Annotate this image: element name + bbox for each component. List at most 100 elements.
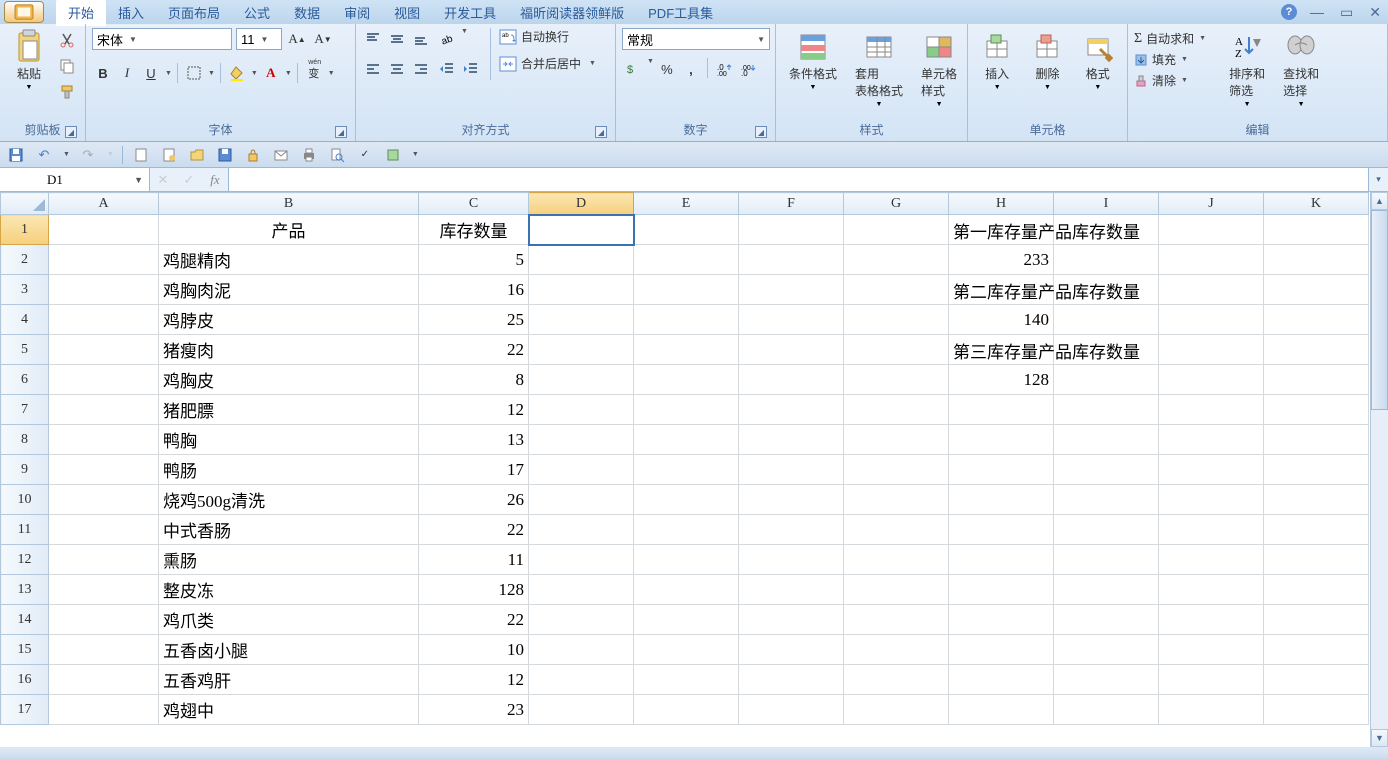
cell-E5[interactable] <box>634 335 739 365</box>
cell-H2[interactable]: 233 <box>949 245 1054 275</box>
cell-K4[interactable] <box>1264 305 1369 335</box>
tab-PDF工具集[interactable]: PDF工具集 <box>636 0 725 26</box>
cell-C5[interactable]: 22 <box>419 335 529 365</box>
cell-H6[interactable]: 128 <box>949 365 1054 395</box>
cell-J7[interactable] <box>1159 395 1264 425</box>
cell-D5[interactable] <box>529 335 634 365</box>
select-all-corner[interactable] <box>1 193 49 215</box>
cell-D12[interactable] <box>529 545 634 575</box>
cell-A16[interactable] <box>49 665 159 695</box>
cell-J12[interactable] <box>1159 545 1264 575</box>
tab-福昕阅读器领鲜版[interactable]: 福昕阅读器领鲜版 <box>508 0 636 26</box>
cell-I11[interactable] <box>1054 515 1159 545</box>
cell-A3[interactable] <box>49 275 159 305</box>
cell-E9[interactable] <box>634 455 739 485</box>
cell-H15[interactable] <box>949 635 1054 665</box>
cell-B5[interactable]: 猪瘦肉 <box>159 335 419 365</box>
font-launcher[interactable]: ◢ <box>335 126 347 138</box>
cell-H11[interactable] <box>949 515 1054 545</box>
cell-H16[interactable] <box>949 665 1054 695</box>
tab-数据[interactable]: 数据 <box>282 0 332 26</box>
cell-F8[interactable] <box>739 425 844 455</box>
cell-I10[interactable] <box>1054 485 1159 515</box>
cell-J17[interactable] <box>1159 695 1264 725</box>
enter-formula-button[interactable]: ✓ <box>176 169 202 191</box>
cell-A14[interactable] <box>49 605 159 635</box>
cell-C9[interactable]: 17 <box>419 455 529 485</box>
row-header-3[interactable]: 3 <box>1 275 49 305</box>
percent-button[interactable]: % <box>656 58 678 80</box>
cell-B1[interactable]: 产品 <box>159 215 419 245</box>
cell-I7[interactable] <box>1054 395 1159 425</box>
conditional-format-button[interactable]: 条件格式▼ <box>782 28 844 94</box>
cell-H5[interactable]: 第三库存量产品库存数量 <box>949 335 1054 365</box>
cell-B8[interactable]: 鸭胸 <box>159 425 419 455</box>
row-header-2[interactable]: 2 <box>1 245 49 275</box>
cell-K6[interactable] <box>1264 365 1369 395</box>
cell-F13[interactable] <box>739 575 844 605</box>
delete-cells-button[interactable]: 删除▼ <box>1024 28 1070 94</box>
cell-B14[interactable]: 鸡爪类 <box>159 605 419 635</box>
minimize-button[interactable]: — <box>1307 4 1327 20</box>
cell-K7[interactable] <box>1264 395 1369 425</box>
cell-B16[interactable]: 五香鸡肝 <box>159 665 419 695</box>
cell-G4[interactable] <box>844 305 949 335</box>
phonetic-button[interactable]: 变wén <box>303 62 325 84</box>
qat-save2-button[interactable] <box>215 145 235 165</box>
qat-save-button[interactable] <box>6 145 26 165</box>
cell-D13[interactable] <box>529 575 634 605</box>
decrease-decimal-button[interactable]: .00.0 <box>737 58 759 80</box>
col-header-H[interactable]: H <box>949 193 1054 215</box>
cell-H9[interactable] <box>949 455 1054 485</box>
cell-D15[interactable] <box>529 635 634 665</box>
bold-button[interactable]: B <box>92 62 114 84</box>
cell-C4[interactable]: 25 <box>419 305 529 335</box>
cell-D8[interactable] <box>529 425 634 455</box>
underline-button[interactable]: U <box>140 62 162 84</box>
col-header-I[interactable]: I <box>1054 193 1159 215</box>
font-color-button[interactable]: A <box>260 62 282 84</box>
number-format-combo[interactable]: 常规▼ <box>622 28 770 50</box>
cell-A17[interactable] <box>49 695 159 725</box>
cut-button[interactable] <box>56 30 78 50</box>
cell-D9[interactable] <box>529 455 634 485</box>
cell-H13[interactable] <box>949 575 1054 605</box>
cell-B7[interactable]: 猪肥膘 <box>159 395 419 425</box>
cell-I17[interactable] <box>1054 695 1159 725</box>
cell-I12[interactable] <box>1054 545 1159 575</box>
cell-A1[interactable] <box>49 215 159 245</box>
cell-F6[interactable] <box>739 365 844 395</box>
increase-decimal-button[interactable]: .0.00 <box>713 58 735 80</box>
cell-F14[interactable] <box>739 605 844 635</box>
font-name-combo[interactable]: 宋体▼ <box>92 28 232 50</box>
cell-D7[interactable] <box>529 395 634 425</box>
cell-C3[interactable]: 16 <box>419 275 529 305</box>
cell-K17[interactable] <box>1264 695 1369 725</box>
cell-K1[interactable] <box>1264 215 1369 245</box>
cell-A4[interactable] <box>49 305 159 335</box>
cell-D6[interactable] <box>529 365 634 395</box>
qat-redo-button[interactable]: ↷ <box>78 145 98 165</box>
cell-G11[interactable] <box>844 515 949 545</box>
row-header-16[interactable]: 16 <box>1 665 49 695</box>
cell-J10[interactable] <box>1159 485 1264 515</box>
row-header-5[interactable]: 5 <box>1 335 49 365</box>
cell-J1[interactable] <box>1159 215 1264 245</box>
cell-H17[interactable] <box>949 695 1054 725</box>
cell-C2[interactable]: 5 <box>419 245 529 275</box>
tab-插入[interactable]: 插入 <box>106 0 156 26</box>
cell-B6[interactable]: 鸡胸皮 <box>159 365 419 395</box>
cell-E10[interactable] <box>634 485 739 515</box>
cell-F11[interactable] <box>739 515 844 545</box>
qat-mail-button[interactable] <box>271 145 291 165</box>
cell-D1[interactable] <box>529 215 634 245</box>
cell-K10[interactable] <box>1264 485 1369 515</box>
cell-H7[interactable] <box>949 395 1054 425</box>
cell-G14[interactable] <box>844 605 949 635</box>
cell-E2[interactable] <box>634 245 739 275</box>
row-header-9[interactable]: 9 <box>1 455 49 485</box>
cell-K15[interactable] <box>1264 635 1369 665</box>
number-launcher[interactable]: ◢ <box>755 126 767 138</box>
row-header-1[interactable]: 1 <box>1 215 49 245</box>
row-header-17[interactable]: 17 <box>1 695 49 725</box>
